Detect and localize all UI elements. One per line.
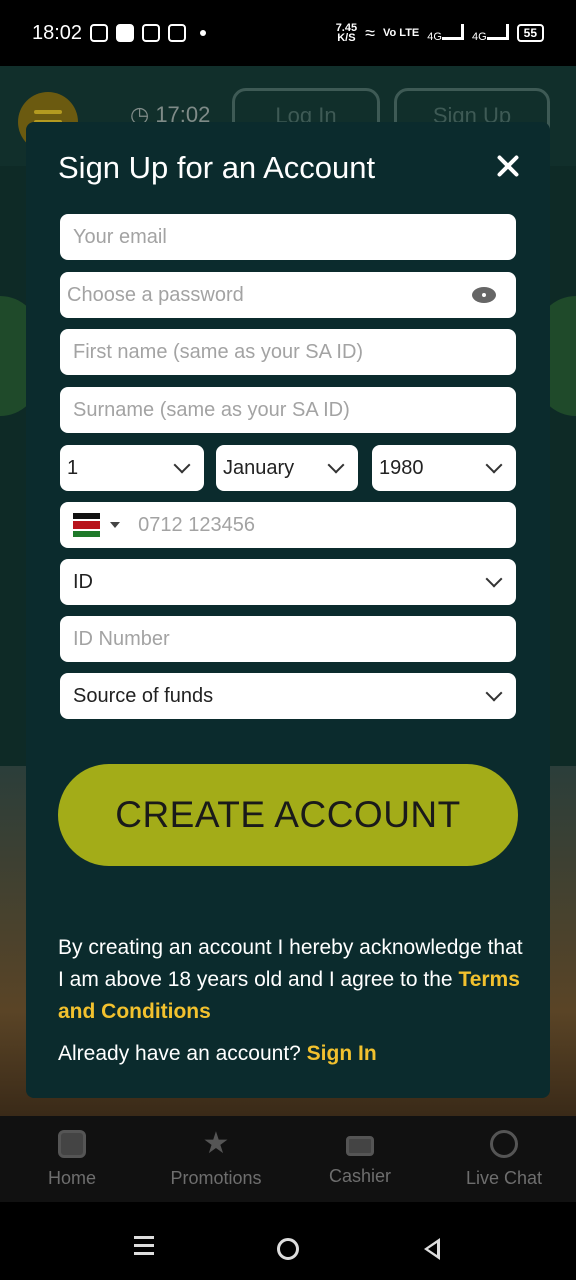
signal-2: 4G — [471, 23, 509, 43]
id-type-value: ID — [73, 570, 93, 593]
nav-promotions[interactable]: ★ Promotions — [144, 1116, 288, 1202]
more-notifications-dot-icon — [200, 30, 207, 36]
chevron-down-icon — [327, 456, 345, 474]
signal-1-label: 4G — [427, 30, 442, 43]
dob-year-value: 1980 — [379, 456, 424, 479]
password-input[interactable] — [67, 283, 503, 307]
volte-indicator: Vo LTE — [383, 27, 420, 39]
status-bar: 18:02 7.45 K/S ≈ Vo LTE 4G 4G 55 — [0, 0, 576, 66]
battery-icon: 55 — [516, 24, 544, 42]
nav-home-label: Home — [47, 1167, 96, 1188]
nav-promotions-label: Promotions — [170, 1167, 262, 1188]
surname-field[interactable] — [60, 387, 516, 433]
wifi-icon: ≈ — [365, 22, 375, 43]
signal-1: 4G — [427, 23, 464, 43]
source-of-funds-select[interactable]: Source of funds — [60, 673, 516, 719]
network-speed: 7.45 K/S — [336, 23, 357, 44]
dice-icon — [58, 1129, 86, 1158]
id-number-input[interactable] — [73, 627, 503, 651]
bottom-nav: Home ★ Promotions Cashier Live Chat — [0, 1116, 576, 1202]
signup-modal: Sign Up for an Account 1 January 1980 ID — [26, 122, 550, 1098]
system-nav-bar — [0, 1202, 576, 1280]
signal-2-label: 4G — [471, 30, 487, 43]
phone-input[interactable] — [138, 513, 503, 537]
chevron-down-icon — [485, 570, 503, 588]
surname-input[interactable] — [73, 398, 503, 422]
card-icon — [346, 1135, 374, 1156]
kenya-flag-icon[interactable] — [73, 513, 101, 537]
star-icon: ★ — [202, 1126, 230, 1160]
modal-title: Sign Up for an Account — [58, 150, 376, 185]
dob-year-select[interactable]: 1980 — [372, 445, 516, 491]
chevron-down-icon — [485, 456, 503, 474]
shield-icon — [142, 24, 161, 42]
home-icon[interactable] — [277, 1238, 299, 1260]
network-speed-unit: K/S — [337, 32, 356, 44]
instagram-icon — [90, 24, 109, 42]
nav-live-chat-label: Live Chat — [465, 1167, 543, 1188]
nav-live-chat[interactable]: Live Chat — [432, 1116, 576, 1202]
legal-text-body: By creating an account I hereby acknowle… — [58, 936, 523, 991]
mail-icon — [168, 24, 187, 42]
dob-day-select[interactable]: 1 — [60, 445, 204, 491]
email-input[interactable] — [73, 225, 503, 249]
signal-bars-icon — [441, 23, 464, 40]
notification-icons — [90, 24, 207, 42]
eye-icon[interactable] — [472, 287, 496, 303]
status-time: 18:02 — [32, 21, 83, 44]
status-right: 7.45 K/S ≈ Vo LTE 4G 4G 55 — [336, 23, 544, 44]
back-icon[interactable] — [424, 1238, 440, 1260]
headset-icon — [490, 1129, 518, 1158]
dob-month-value: January — [223, 456, 295, 479]
chevron-down-icon — [173, 456, 191, 474]
already-have-account: Already have an account? Sign In — [58, 1042, 377, 1066]
dob-month-select[interactable]: January — [216, 445, 358, 491]
country-dropdown-icon[interactable] — [110, 522, 121, 528]
id-number-field[interactable] — [60, 616, 516, 662]
recents-icon[interactable] — [134, 1236, 154, 1256]
first-name-input[interactable] — [73, 340, 503, 364]
chevron-down-icon — [485, 684, 503, 702]
nav-cashier-label: Cashier — [328, 1165, 392, 1186]
dob-day-value: 1 — [67, 456, 79, 479]
password-field[interactable] — [60, 272, 516, 318]
nav-cashier[interactable]: Cashier — [288, 1116, 432, 1202]
email-field[interactable] — [60, 214, 516, 260]
medical-app-icon — [116, 24, 135, 42]
already-text: Already have an account? — [58, 1042, 307, 1065]
sign-in-link[interactable]: Sign In — [307, 1042, 377, 1065]
legal-text: By creating an account I hereby acknowle… — [58, 932, 528, 1028]
first-name-field[interactable] — [60, 329, 516, 375]
create-account-button[interactable]: CREATE ACCOUNT — [58, 764, 518, 866]
signal-bars-icon — [486, 23, 509, 40]
close-icon[interactable] — [494, 152, 522, 180]
id-type-select[interactable]: ID — [60, 559, 516, 605]
nav-home[interactable]: Home — [0, 1116, 144, 1202]
source-of-funds-value: Source of funds — [73, 684, 214, 707]
phone-field[interactable] — [60, 502, 516, 548]
